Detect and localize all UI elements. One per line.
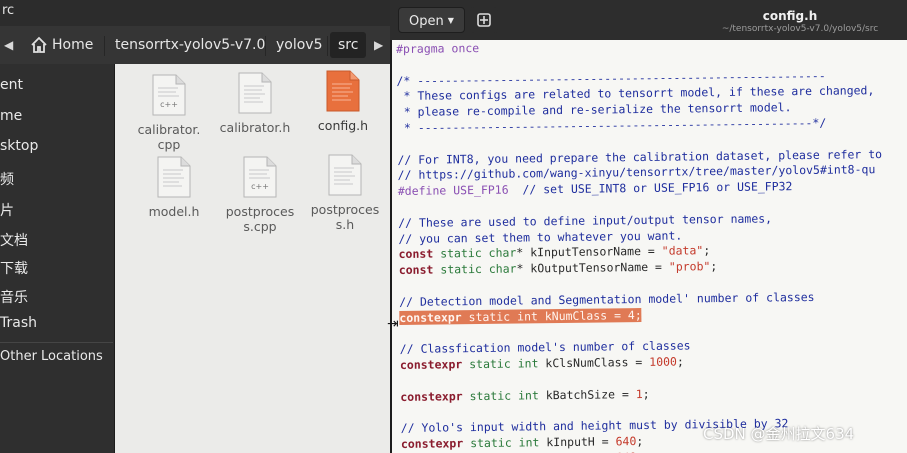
forward-arrow-icon[interactable]: ▶ [374, 38, 383, 52]
file-calibrator-h[interactable]: calibrator.h [213, 72, 297, 135]
header-file-icon [238, 72, 272, 114]
sidebar-item-home[interactable]: me [0, 108, 22, 124]
file-badge: c++ [160, 100, 178, 109]
sidebar-item-documents[interactable]: 文档 [0, 230, 28, 250]
file-model-h[interactable]: model.h [132, 156, 216, 219]
file-name: model.h [148, 204, 200, 219]
sidebar-divider [0, 342, 113, 343]
sidebar-item-videos[interactable]: 频 [0, 169, 14, 189]
resize-cursor-icon: ⇥ [387, 316, 399, 332]
new-document-button[interactable] [470, 7, 498, 33]
breadcrumb-separator [104, 36, 105, 56]
sidebar-item-pictures[interactable]: 片 [0, 200, 14, 220]
header-file-icon [157, 156, 191, 198]
file-config-h[interactable]: config.h [301, 70, 385, 133]
cpp-file-icon: c++ [152, 74, 186, 116]
selected-text: constexpr static int kNumClass = 4; [399, 307, 642, 325]
watermark: CSDN @金州拉文634 [703, 425, 855, 443]
breadcrumb-home[interactable]: Home [44, 32, 101, 58]
breadcrumb-project[interactable]: tensorrtx-yolov5-v7.0 [107, 32, 273, 58]
sidebar: ent me sktop 频 片 文档 下载 音乐 Trash Other Lo… [0, 64, 115, 453]
sidebar-item-music[interactable]: 音乐 [0, 287, 28, 307]
open-button-label: Open [409, 14, 444, 29]
file-name: postproces s.h [310, 202, 380, 232]
file-name: calibrator. cpp [137, 122, 201, 152]
file-name: postproces s.cpp [225, 204, 295, 234]
dropdown-arrow-icon: ▼ [447, 16, 454, 25]
text-editor[interactable]: #pragma once/* -------------------------… [390, 40, 907, 453]
editor-headerbar: Open ▼ config.h ~/tensorrtx-yolov5-v7.0/y… [390, 0, 907, 40]
sidebar-item-other-locations[interactable]: Other Locations [0, 349, 103, 364]
header-file-icon [326, 70, 360, 112]
document-title: config.h [762, 9, 818, 23]
code-area[interactable]: #pragma once/* -------------------------… [396, 40, 886, 453]
cpp-file-icon: c++ [243, 156, 277, 198]
new-document-icon [477, 13, 491, 27]
file-name: config.h [317, 118, 369, 133]
window-border [390, 40, 392, 453]
breadcrumb-separator [327, 36, 328, 56]
breadcrumb-yolov5[interactable]: yolov5 [268, 32, 331, 58]
sidebar-item-downloads[interactable]: 下载 [0, 258, 28, 278]
sidebar-item-trash[interactable]: Trash [0, 315, 37, 331]
document-path: ~/tensorrtx-yolov5-v7.0/yolov5/src [721, 24, 879, 34]
file-name: calibrator.h [219, 120, 291, 135]
breadcrumb-src[interactable]: src [330, 32, 367, 58]
file-calibrator-cpp[interactable]: c++ calibrator. cpp [127, 74, 211, 152]
file-manager-topbar: rc [0, 0, 395, 26]
path-bar: ◀ Home tensorrtx-yolov5-v7.0 yolov5 src … [0, 26, 395, 65]
app-name: rc [2, 3, 15, 18]
header-file-icon [328, 154, 362, 196]
file-grid: c++ calibrator. cpp calibrator.h config.… [115, 64, 395, 453]
back-arrow-icon[interactable]: ◀ [4, 38, 13, 52]
sidebar-item-recent[interactable]: ent [0, 77, 23, 93]
sidebar-item-desktop[interactable]: sktop [0, 138, 38, 154]
open-button[interactable]: Open ▼ [398, 7, 465, 33]
file-badge: c++ [251, 182, 269, 191]
file-postprocess-h[interactable]: postproces s.h [303, 154, 387, 232]
file-postprocess-cpp[interactable]: c++ postproces s.cpp [218, 156, 302, 234]
breadcrumb-separator [265, 36, 266, 56]
